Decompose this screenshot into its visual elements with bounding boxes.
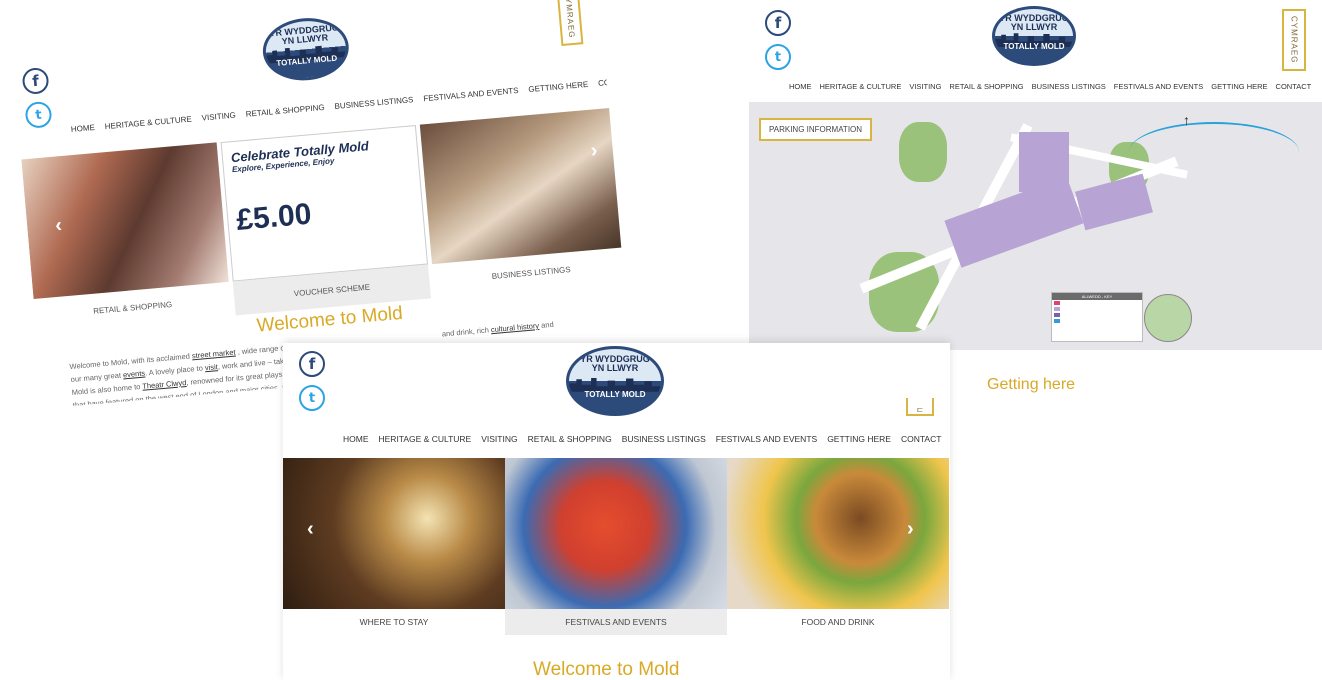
nav-contact[interactable]: CONTACT bbox=[598, 76, 631, 88]
language-toggle[interactable]: CYMRAEG bbox=[556, 0, 584, 46]
main-nav: HOME HERITAGE & CULTURE VISITING RETAIL … bbox=[789, 82, 1311, 91]
river bbox=[1129, 122, 1299, 182]
nav-retail[interactable]: RETAIL & SHOPPING bbox=[949, 82, 1023, 91]
social-links: f t bbox=[299, 351, 325, 411]
carousel-tile[interactable]: FOOD AND DRINK › bbox=[727, 458, 949, 635]
getting-here-heading: Getting here bbox=[987, 376, 1076, 393]
facebook-icon[interactable]: f bbox=[765, 10, 791, 36]
carousel-tile[interactable]: BUSINESS LISTINGS › bbox=[419, 107, 630, 298]
carousel-tile[interactable]: RETAIL & SHOPPING ‹ bbox=[21, 142, 231, 332]
feature-carousel: RETAIL & SHOPPING ‹ Celebrate Totally Mo… bbox=[21, 107, 630, 333]
cultural-history-link[interactable]: cultural history bbox=[491, 321, 540, 334]
nav-retail[interactable]: RETAIL & SHOPPING bbox=[245, 103, 325, 119]
site-logo[interactable]: YR WYDDGRUG YN LLWYR TOTALLY MOLD bbox=[260, 14, 352, 84]
homepage-screenshot-2: f t YR WYDDGRUG YN LLWYR TOTALLY MOLD ⊏ … bbox=[283, 343, 950, 680]
visit-link[interactable]: visit bbox=[204, 362, 218, 372]
feature-carousel: WHERE TO STAY ‹ FESTIVALS AND EVENTS FOO… bbox=[283, 458, 950, 635]
language-toggle[interactable]: CYMRAEG bbox=[1282, 9, 1306, 71]
nav-visiting[interactable]: VISITING bbox=[201, 111, 236, 123]
nav-getting-here[interactable]: GETTING HERE bbox=[1211, 82, 1267, 91]
facebook-icon[interactable]: f bbox=[299, 351, 325, 377]
food-drink-image bbox=[727, 458, 949, 609]
parking-map[interactable]: PARKING INFORMATION ↑ ALLWEDD - KEY bbox=[749, 102, 1322, 350]
tile-caption: WHERE TO STAY bbox=[359, 617, 429, 627]
nav-home[interactable]: HOME bbox=[343, 434, 369, 444]
language-toggle[interactable]: ⊏ bbox=[906, 398, 934, 416]
locator-inset-map bbox=[1144, 294, 1192, 342]
park-area bbox=[899, 122, 947, 182]
social-links: f t bbox=[21, 66, 53, 129]
carousel-tile[interactable]: WHERE TO STAY ‹ bbox=[283, 458, 505, 635]
key-item bbox=[1052, 318, 1142, 324]
events-link[interactable]: events bbox=[123, 369, 146, 380]
twitter-icon[interactable]: t bbox=[765, 44, 791, 70]
welcome-heading: Welcome to Mold bbox=[533, 659, 680, 680]
twitter-icon[interactable]: t bbox=[24, 100, 53, 129]
main-nav: HOME HERITAGE & CULTURE VISITING RETAIL … bbox=[343, 434, 941, 444]
business-image bbox=[419, 107, 628, 265]
carousel-tile[interactable]: Celebrate Totally Mold Explore, Experien… bbox=[220, 124, 431, 316]
where-to-stay-image bbox=[283, 458, 505, 609]
nav-getting-here[interactable]: GETTING HERE bbox=[827, 434, 891, 444]
voucher-image: Celebrate Totally Mold Explore, Experien… bbox=[220, 124, 429, 282]
tile-caption: FESTIVALS AND EVENTS bbox=[505, 609, 727, 635]
nav-contact[interactable]: CONTACT bbox=[901, 434, 941, 444]
nav-business[interactable]: BUSINESS LISTINGS bbox=[334, 95, 414, 111]
nav-retail[interactable]: RETAIL & SHOPPING bbox=[528, 434, 612, 444]
nav-business[interactable]: BUSINESS LISTINGS bbox=[1032, 82, 1106, 91]
site-logo[interactable]: YR WYDDGRUG YN LLWYR TOTALLY MOLD bbox=[566, 346, 664, 416]
site-logo[interactable]: YR WYDDGRUG YN LLWYR TOTALLY MOLD bbox=[992, 6, 1076, 66]
nav-home[interactable]: HOME bbox=[71, 123, 96, 134]
nav-home[interactable]: HOME bbox=[789, 82, 812, 91]
facebook-icon[interactable]: f bbox=[21, 66, 50, 96]
chevron-right-icon[interactable]: › bbox=[907, 518, 914, 541]
nav-festivals[interactable]: FESTIVALS AND EVENTS bbox=[1114, 82, 1203, 91]
nav-contact[interactable]: CONTACT bbox=[1276, 82, 1312, 91]
nav-heritage[interactable]: HERITAGE & CULTURE bbox=[104, 115, 192, 132]
nav-festivals[interactable]: FESTIVALS AND EVENTS bbox=[423, 86, 519, 103]
twitter-icon[interactable]: t bbox=[299, 385, 325, 411]
social-links: f t bbox=[765, 10, 791, 70]
nav-getting-here[interactable]: GETTING HERE bbox=[528, 80, 589, 94]
festivals-image bbox=[505, 458, 727, 609]
nav-festivals[interactable]: FESTIVALS AND EVENTS bbox=[716, 434, 817, 444]
chevron-left-icon[interactable]: ‹ bbox=[307, 518, 314, 541]
tile-caption: FOOD AND DRINK bbox=[801, 617, 875, 627]
nav-heritage[interactable]: HERITAGE & CULTURE bbox=[820, 82, 902, 91]
nav-business[interactable]: BUSINESS LISTINGS bbox=[622, 434, 706, 444]
nav-visiting[interactable]: VISITING bbox=[481, 434, 517, 444]
north-arrow-icon: ↑ bbox=[1183, 112, 1190, 128]
parking-info-label: PARKING INFORMATION bbox=[759, 118, 873, 141]
nav-visiting[interactable]: VISITING bbox=[909, 82, 941, 91]
carousel-tile[interactable]: FESTIVALS AND EVENTS bbox=[505, 458, 727, 635]
nav-heritage[interactable]: HERITAGE & CULTURE bbox=[379, 434, 472, 444]
town-centre-area bbox=[1075, 173, 1153, 231]
retail-image bbox=[21, 142, 229, 299]
voucher-price: £5.00 bbox=[235, 197, 313, 237]
map-key: ALLWEDD - KEY bbox=[1051, 292, 1143, 342]
town-centre-area bbox=[1019, 132, 1069, 192]
